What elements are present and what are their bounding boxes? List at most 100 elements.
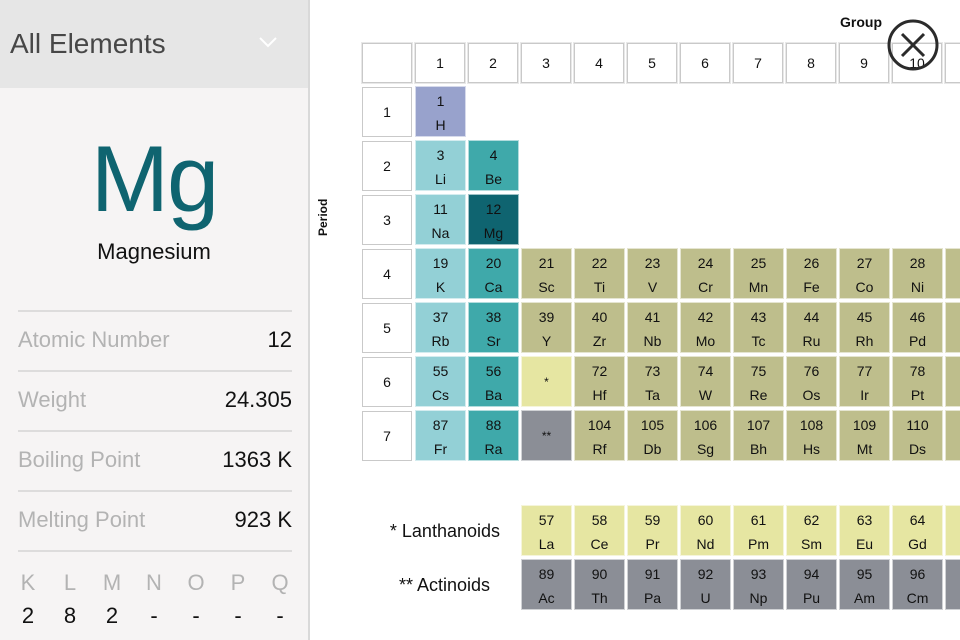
element-cell[interactable]: * (521, 356, 572, 407)
shell-label: M (102, 570, 122, 595)
element-cell-v[interactable]: 23 V (627, 248, 678, 299)
element-cell[interactable] (945, 356, 960, 407)
group-header[interactable]: 4 (573, 42, 625, 84)
element-cell-cr[interactable]: 24 Cr (680, 248, 731, 299)
atomic-number: 105 (640, 417, 665, 433)
period-header[interactable]: 7 (362, 411, 412, 461)
element-cell-h[interactable]: 1H (415, 86, 466, 137)
element-cell-th[interactable]: 90 Th (574, 559, 625, 610)
element-cell-ti[interactable]: 22 Ti (574, 248, 625, 299)
element-cell-os[interactable]: 76 Os (786, 356, 837, 407)
element-cell-pt[interactable]: 78 Pt (892, 356, 943, 407)
shell-value: 2 (21, 603, 35, 628)
period-header[interactable]: 5 (362, 303, 412, 353)
element-cell-hf[interactable]: 72 Hf (574, 356, 625, 407)
period-header[interactable]: 2 (362, 141, 412, 191)
element-cell-cs[interactable]: 55 Cs (415, 356, 466, 407)
element-cell-np[interactable]: 93 Np (733, 559, 784, 610)
element-cell-ru[interactable]: 44 Ru (786, 302, 837, 353)
atomic-number: 57 (538, 512, 555, 528)
element-symbol: Mn (748, 279, 769, 295)
group-header[interactable]: 3 (520, 42, 572, 84)
element-cell-rb[interactable]: 37 Rb (415, 302, 466, 353)
close-button[interactable] (886, 18, 940, 72)
group-header[interactable]: 6 (679, 42, 731, 84)
element-symbol: Mt (856, 441, 873, 457)
element-cell-tc[interactable]: 43 Tc (733, 302, 784, 353)
element-cell-rf[interactable]: 104 Rf (574, 410, 625, 461)
element-cell-be[interactable]: 4 Be (468, 140, 519, 191)
element-cell-sm[interactable]: 62 Sm (786, 505, 837, 556)
element-cell-ds[interactable]: 110 Ds (892, 410, 943, 461)
group-header[interactable]: 7 (732, 42, 784, 84)
element-symbol: Tc (751, 333, 766, 349)
element-cell-k[interactable]: 19 K (415, 248, 466, 299)
atomic-number: 89 (538, 566, 555, 582)
element-cell-bh[interactable]: 107 Bh (733, 410, 784, 461)
element-cell-gd[interactable]: 64 Gd (892, 505, 943, 556)
element-cell-w[interactable]: 74 W (680, 356, 731, 407)
element-cell-am[interactable]: 95 Am (839, 559, 890, 610)
element-cell-ir[interactable]: 77 Ir (839, 356, 890, 407)
element-cell-fe[interactable]: 26 Fe (786, 248, 837, 299)
period-header[interactable]: 1 (362, 87, 412, 137)
element-cell-u[interactable]: 92 U (680, 559, 731, 610)
element-cell[interactable] (945, 559, 960, 610)
element-cell-ni[interactable]: 28 Ni (892, 248, 943, 299)
element-cell-mn[interactable]: 25 Mn (733, 248, 784, 299)
element-cell-pm[interactable]: 61 Pm (733, 505, 784, 556)
element-cell[interactable]: ** (521, 410, 572, 461)
element-cell-mt[interactable]: 109 Mt (839, 410, 890, 461)
element-cell-ra[interactable]: 88 Ra (468, 410, 519, 461)
element-cell-li[interactable]: 3 Li (415, 140, 466, 191)
group-header[interactable]: 9 (838, 42, 890, 84)
element-cell-ce[interactable]: 58 Ce (574, 505, 625, 556)
element-cell-na[interactable]: 11 Na (415, 194, 466, 245)
element-cell-mg[interactable]: 12 Mg (468, 194, 519, 245)
element-cell-sc[interactable]: 21 Sc (521, 248, 572, 299)
element-cell-y[interactable]: 39 Y (521, 302, 572, 353)
element-cell-zr[interactable]: 40 Zr (574, 302, 625, 353)
element-cell-ac[interactable]: 89 Ac (521, 559, 572, 610)
element-cell-sg[interactable]: 106 Sg (680, 410, 731, 461)
element-cell-la[interactable]: 57 La (521, 505, 572, 556)
element-cell-pa[interactable]: 91 Pa (627, 559, 678, 610)
element-cell-fr[interactable]: 87 Fr (415, 410, 466, 461)
element-cell-sr[interactable]: 38 Sr (468, 302, 519, 353)
atomic-number: 61 (750, 512, 767, 528)
element-cell-re[interactable]: 75 Re (733, 356, 784, 407)
element-cell-nd[interactable]: 60 Nd (680, 505, 731, 556)
element-cell-mo[interactable]: 42 Mo (680, 302, 731, 353)
element-cell[interactable] (945, 248, 960, 299)
period-header[interactable]: 4 (362, 249, 412, 299)
element-cell-ba[interactable]: 56 Ba (468, 356, 519, 407)
atomic-number: 108 (799, 417, 824, 433)
element-symbol: Rb (431, 333, 450, 349)
element-symbol: La (538, 536, 555, 552)
group-header[interactable]: 2 (467, 42, 519, 84)
group-header[interactable]: 1 (414, 42, 466, 84)
element-cell-hs[interactable]: 108 Hs (786, 410, 837, 461)
element-cell-db[interactable]: 105 Db (627, 410, 678, 461)
element-cell-pr[interactable]: 59 Pr (627, 505, 678, 556)
period-header[interactable]: 3 (362, 195, 412, 245)
element-cell-eu[interactable]: 63 Eu (839, 505, 890, 556)
element-cell-nb[interactable]: 41 Nb (627, 302, 678, 353)
period-header[interactable]: 6 (362, 357, 412, 407)
element-cell[interactable] (945, 410, 960, 461)
element-filter-dropdown[interactable]: All Elements (0, 0, 308, 88)
element-cell-pu[interactable]: 94 Pu (786, 559, 837, 610)
element-cell[interactable] (945, 505, 960, 556)
element-cell[interactable] (945, 302, 960, 353)
element-cell-ca[interactable]: 20 Ca (468, 248, 519, 299)
element-cell-pd[interactable]: 46 Pd (892, 302, 943, 353)
group-header[interactable]: 8 (785, 42, 837, 84)
dropdown-label: All Elements (10, 28, 166, 59)
atomic-number: 93 (750, 566, 767, 582)
group-header[interactable] (944, 42, 960, 84)
element-cell-ta[interactable]: 73 Ta (627, 356, 678, 407)
element-cell-cm[interactable]: 96 Cm (892, 559, 943, 610)
element-cell-co[interactable]: 27 Co (839, 248, 890, 299)
group-header[interactable]: 5 (626, 42, 678, 84)
element-cell-rh[interactable]: 45 Rh (839, 302, 890, 353)
